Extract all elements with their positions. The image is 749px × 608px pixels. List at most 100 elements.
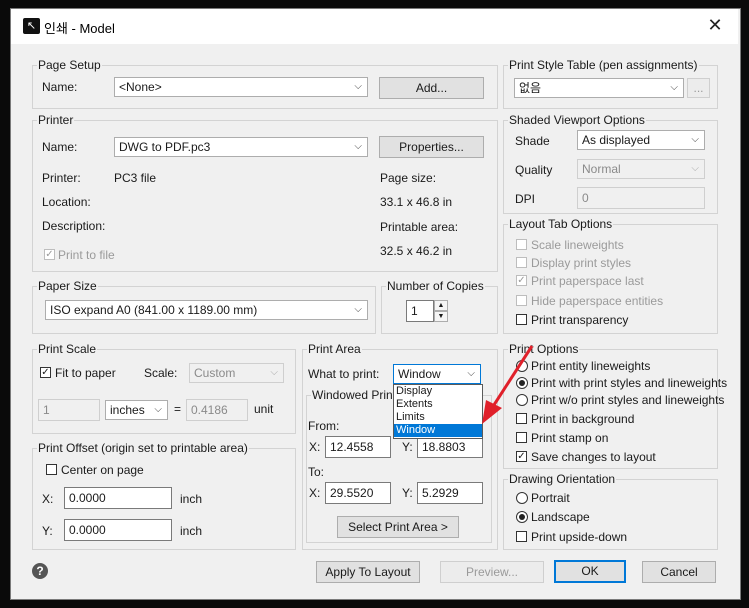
quality-select[interactable]: Normal ⌵ <box>577 159 705 179</box>
scale-value2-input[interactable]: 0.4186 <box>186 399 248 421</box>
annotation-arrow-icon <box>482 345 534 424</box>
page-size-value: 33.1 x 46.8 in <box>380 195 453 209</box>
scale-lineweights-label: Scale lineweights <box>531 238 624 252</box>
upside-down-label: Print upside-down <box>531 530 628 544</box>
page-setup-name-label: Name: <box>42 80 78 94</box>
location-label: Location: <box>42 195 91 209</box>
scale-unit-select[interactable]: inches ⌵ <box>105 400 168 420</box>
display-print-styles-label: Display print styles <box>531 256 632 270</box>
print-transparency-label: Print transparency <box>531 313 629 327</box>
scale-label: Scale: <box>144 366 178 380</box>
print-style-table-title: Print Style Table (pen assignments) <box>508 58 699 72</box>
add-button[interactable]: Add... <box>379 77 484 99</box>
select-print-area-button[interactable]: Select Print Area > <box>337 516 459 538</box>
print-style-table-value: 없음 <box>519 81 542 95</box>
fit-to-paper-label: Fit to paper <box>55 366 116 380</box>
scale-lineweights-checkbox[interactable] <box>516 239 527 250</box>
print-offset-title: Print Offset (origin set to printable ar… <box>37 441 249 455</box>
edit-style-table-button[interactable]: ... <box>687 78 710 98</box>
chevron-down-icon: ⌵ <box>670 82 678 93</box>
print-paperspace-last-checkbox[interactable]: ✓ <box>516 275 527 286</box>
offset-x-label: X: <box>42 492 54 506</box>
preview-button[interactable]: Preview... <box>440 561 544 583</box>
to-label: To: <box>308 465 325 479</box>
quality-label: Quality <box>515 163 553 177</box>
dpi-input[interactable]: 0 <box>577 187 705 209</box>
what-to-print-label: What to print: <box>308 367 380 381</box>
copies-up-icon[interactable]: ▲ <box>434 300 448 311</box>
copies-down-icon[interactable]: ▼ <box>434 311 448 322</box>
center-on-page-checkbox[interactable] <box>46 464 57 475</box>
equals-sign: = <box>174 402 182 416</box>
upside-down-checkbox[interactable] <box>516 531 527 542</box>
option-window[interactable]: Window <box>394 424 482 437</box>
print-stamp-label: Print stamp on <box>531 431 609 445</box>
print-transparency-checkbox[interactable] <box>516 314 527 325</box>
copies-title: Number of Copies <box>386 279 485 293</box>
offset-x-input[interactable]: 0.0000 <box>64 487 172 509</box>
what-to-print-select[interactable]: Window ⌵ <box>393 364 481 384</box>
from-x-label: X: <box>309 440 321 454</box>
paper-size-value: ISO expand A0 (841.00 x 1189.00 mm) <box>50 303 258 317</box>
scale-value: Custom <box>194 366 236 380</box>
landscape-radio[interactable] <box>516 511 528 523</box>
description-label: Description: <box>42 219 106 233</box>
shade-select[interactable]: As displayed ⌵ <box>577 130 705 150</box>
from-x-input[interactable]: 12.4558 <box>325 436 391 458</box>
drawing-orientation-title: Drawing Orientation <box>508 472 617 486</box>
chevron-down-icon: ⌵ <box>691 163 699 174</box>
scale-value1-input[interactable]: 1 <box>38 399 100 421</box>
window-title: 인쇄 - Model <box>44 21 115 36</box>
printer-value: PC3 file <box>114 171 157 185</box>
print-paperspace-last-label: Print paperspace last <box>531 274 644 288</box>
wo-print-styles-label: Print w/o print styles and lineweights <box>531 393 725 407</box>
printer-label: Printer: <box>42 171 81 185</box>
entity-lineweights-label: Print entity lineweights <box>531 359 651 373</box>
print-area-title: Print Area <box>307 342 362 356</box>
portrait-radio[interactable] <box>516 492 528 504</box>
chevron-down-icon: ⌵ <box>354 304 362 315</box>
with-print-styles-label: Print with print styles and lineweights <box>531 376 728 390</box>
portrait-label: Portrait <box>531 491 570 505</box>
page-setup-name-select[interactable]: <None> ⌵ <box>114 77 368 97</box>
option-limits[interactable]: Limits <box>394 411 482 424</box>
app-icon: ↖ <box>23 18 40 34</box>
print-stamp-checkbox[interactable] <box>516 432 527 443</box>
save-changes-checkbox[interactable]: ✓ <box>516 451 527 462</box>
shaded-viewport-title: Shaded Viewport Options <box>508 113 646 127</box>
option-extents[interactable]: Extents <box>394 398 482 411</box>
display-print-styles-checkbox[interactable] <box>516 257 527 268</box>
from-y-input[interactable]: 18.8803 <box>417 436 483 458</box>
page-size-label: Page size: <box>380 171 437 185</box>
landscape-label: Landscape <box>531 510 590 524</box>
to-y-input[interactable]: 5.2929 <box>417 482 483 504</box>
printer-name-select[interactable]: DWG to PDF.pc3 ⌵ <box>114 137 368 157</box>
print-to-file-checkbox[interactable]: ✓ <box>44 249 55 260</box>
ok-button[interactable]: OK <box>554 560 626 583</box>
from-y-label: Y: <box>402 440 413 454</box>
title-bar[interactable] <box>11 9 738 44</box>
page-setup-title: Page Setup <box>37 58 102 72</box>
scale-unit-value: inches <box>110 403 145 417</box>
option-display[interactable]: Display <box>394 385 482 398</box>
printer-name-label: Name: <box>42 140 78 154</box>
properties-button[interactable]: Properties... <box>379 136 484 158</box>
close-icon[interactable]: ✕ <box>703 13 727 37</box>
fit-to-paper-checkbox[interactable]: ✓ <box>40 367 51 378</box>
copies-input[interactable]: 1 <box>406 300 434 322</box>
scale-unit-label: unit <box>254 402 274 416</box>
print-style-table-select[interactable]: 없음 ⌵ <box>514 78 684 98</box>
hide-paperspace-checkbox[interactable] <box>516 295 527 306</box>
print-to-file-label: Print to file <box>58 248 115 262</box>
help-icon[interactable]: ? <box>32 563 48 579</box>
offset-y-input[interactable]: 0.0000 <box>64 519 172 541</box>
cancel-button[interactable]: Cancel <box>642 561 716 583</box>
shade-label: Shade <box>515 134 550 148</box>
paper-size-select[interactable]: ISO expand A0 (841.00 x 1189.00 mm) ⌵ <box>45 300 368 320</box>
scale-select[interactable]: Custom ⌵ <box>189 363 284 383</box>
quality-value: Normal <box>582 162 621 176</box>
to-y-label: Y: <box>402 486 413 500</box>
apply-to-layout-button[interactable]: Apply To Layout <box>316 561 420 583</box>
dpi-label: DPI <box>515 192 536 206</box>
to-x-input[interactable]: 29.5520 <box>325 482 391 504</box>
